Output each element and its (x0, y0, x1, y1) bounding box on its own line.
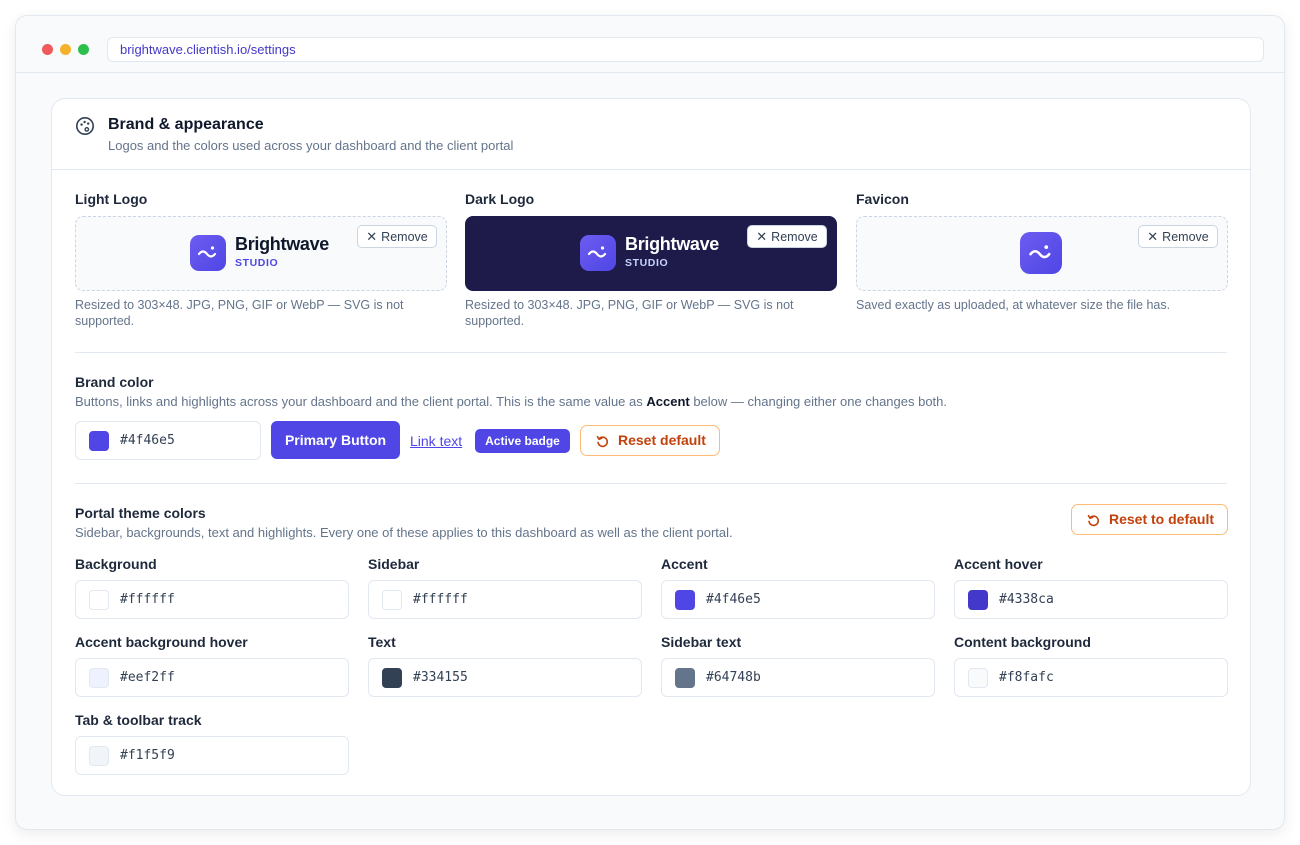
hex-value: #334155 (413, 670, 468, 685)
browser-titlebar: brightwave.clientish.io/settings (16, 16, 1284, 73)
light-logo-help: Resized to 303×48. JPG, PNG, GIF or WebP… (75, 298, 404, 328)
tab-toolbar-track-color-field[interactable]: #f1f5f9 (75, 736, 349, 775)
background-color-field[interactable]: #ffffff (75, 580, 349, 619)
logo-wordmark: Brightwave (625, 234, 720, 254)
minimize-window-dot[interactable] (60, 44, 71, 55)
favicon-label: Favicon (856, 191, 909, 207)
content-bg-label: Content background (954, 634, 1091, 650)
remove-dark-logo-button[interactable]: ✕ Remove (747, 225, 827, 248)
dark-logo-label: Dark Logo (465, 191, 535, 207)
reset-icon (1087, 514, 1100, 527)
remove-label: Remove (771, 230, 818, 244)
color-swatch[interactable] (382, 590, 402, 610)
dark-logo-dropzone[interactable]: Brightwave STUDIO ✕ Remove (465, 216, 837, 291)
hex-value: #4f46e5 (120, 433, 175, 448)
background-label: Background (75, 556, 157, 572)
section-divider (75, 352, 1227, 353)
brand-color-description: Buttons, links and highlights across you… (75, 394, 948, 409)
card-subtitle: Logos and the colors used across your da… (108, 138, 514, 153)
logo-tagline: STUDIO (235, 257, 279, 269)
color-swatch[interactable] (968, 590, 988, 610)
color-swatch[interactable] (89, 668, 109, 688)
light-logo-label: Light Logo (75, 191, 148, 207)
section-divider (75, 483, 1227, 484)
browser-window: brightwave.clientish.io/settings Brand &… (15, 15, 1285, 830)
hex-value: #4f46e5 (706, 592, 761, 607)
color-swatch[interactable] (89, 746, 109, 766)
sidebar-color-field[interactable]: #ffffff (368, 580, 642, 619)
reset-to-default-label: Reset to default (1109, 511, 1215, 527)
logo-tagline: STUDIO (625, 257, 669, 269)
favicon-icon (1020, 232, 1062, 274)
close-icon: ✕ (756, 229, 768, 244)
color-swatch[interactable] (89, 590, 109, 610)
close-icon: ✕ (366, 229, 378, 244)
color-swatch[interactable] (675, 590, 695, 610)
logo-wordmark: Brightwave (235, 234, 330, 254)
favicon-help: Saved exactly as uploaded, at whatever s… (856, 298, 1171, 312)
hex-value: #f8fafc (999, 670, 1054, 685)
hex-value: #ffffff (413, 592, 468, 607)
color-swatch[interactable] (89, 431, 109, 451)
close-icon: ✕ (1147, 229, 1159, 244)
accent-bg-hover-color-field[interactable]: #eef2ff (75, 658, 349, 697)
reset-default-label: Reset default (618, 432, 706, 448)
tab-toolbar-track-label: Tab & toolbar track (75, 712, 202, 728)
portal-theme-description: Sidebar, backgrounds, text and highlight… (75, 525, 733, 540)
favicon-dropzone[interactable]: ✕ Remove (856, 216, 1228, 291)
hex-value: #4338ca (999, 592, 1054, 607)
color-swatch[interactable] (382, 668, 402, 688)
maximize-window-dot[interactable] (78, 44, 89, 55)
accent-label: Accent (661, 556, 708, 572)
hex-value: #ffffff (120, 592, 175, 607)
card-title: Brand & appearance (108, 116, 264, 133)
hex-value: #f1f5f9 (120, 748, 175, 763)
accent-hover-color-field[interactable]: #4338ca (954, 580, 1228, 619)
sidebar-text-label: Sidebar text (661, 634, 742, 650)
color-swatch[interactable] (968, 668, 988, 688)
brightwave-logo-icon (580, 235, 616, 271)
light-logo-dropzone[interactable]: Brightwave STUDIO ✕ Remove (75, 216, 447, 291)
reset-icon (596, 435, 609, 448)
brightwave-logo-icon (190, 235, 226, 271)
card-header: Brand & appearance Logos and the colors … (52, 99, 1250, 170)
brand-color-field[interactable]: #4f46e5 (75, 421, 261, 460)
primary-button-preview[interactable]: Primary Button (271, 421, 400, 459)
sidebar-text-color-field[interactable]: #64748b (661, 658, 935, 697)
content-bg-color-field[interactable]: #f8fafc (954, 658, 1228, 697)
sidebar-label: Sidebar (368, 556, 420, 572)
close-window-dot[interactable] (42, 44, 53, 55)
remove-label: Remove (381, 230, 428, 244)
link-text-preview[interactable]: Link text (410, 433, 462, 449)
accent-hover-label: Accent hover (954, 556, 1043, 572)
text-color-field[interactable]: #334155 (368, 658, 642, 697)
color-swatch[interactable] (675, 668, 695, 688)
active-badge-preview: Active badge (475, 429, 570, 453)
remove-favicon-button[interactable]: ✕ Remove (1138, 225, 1218, 248)
text-label: Text (368, 634, 396, 650)
remove-label: Remove (1162, 230, 1209, 244)
reset-default-button[interactable]: Reset default (580, 425, 720, 456)
hex-value: #eef2ff (120, 670, 175, 685)
reset-to-default-button[interactable]: Reset to default (1071, 504, 1228, 535)
brand-appearance-card: Brand & appearance Logos and the colors … (51, 98, 1251, 796)
accent-bg-hover-label: Accent background hover (75, 634, 248, 650)
portal-theme-title: Portal theme colors (75, 505, 206, 521)
hex-value: #64748b (706, 670, 761, 685)
dark-logo-help: Resized to 303×48. JPG, PNG, GIF or WebP… (465, 298, 794, 328)
remove-light-logo-button[interactable]: ✕ Remove (357, 225, 437, 248)
address-bar[interactable]: brightwave.clientish.io/settings (107, 37, 1264, 62)
accent-color-field[interactable]: #4f46e5 (661, 580, 935, 619)
palette-icon (76, 117, 94, 135)
brand-color-title: Brand color (75, 374, 154, 390)
